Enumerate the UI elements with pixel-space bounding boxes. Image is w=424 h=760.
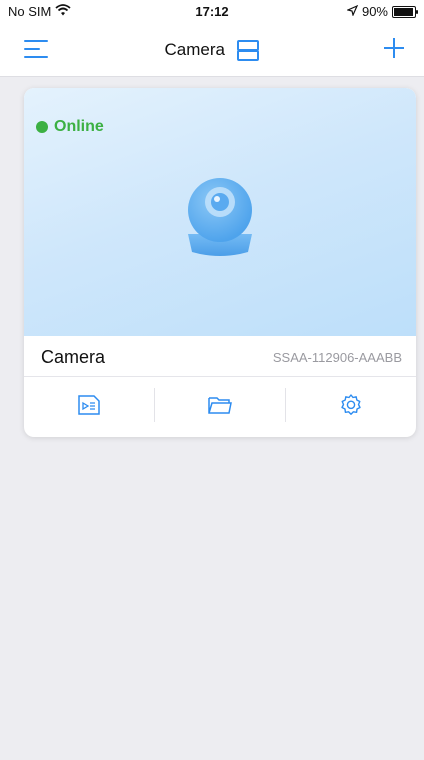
add-device-icon[interactable]	[382, 36, 406, 60]
gear-icon	[339, 393, 363, 422]
nav-title-group: Camera	[0, 40, 424, 61]
device-serial: SSAA-112906-AAABB	[272, 350, 402, 365]
online-status: Online	[36, 118, 104, 136]
status-bar: No SIM 17:12 90%	[0, 0, 424, 24]
video-file-icon	[77, 394, 101, 421]
camera-preview[interactable]: Online	[24, 88, 416, 336]
device-actions	[24, 377, 416, 437]
status-dot	[36, 121, 48, 133]
settings-button[interactable]	[286, 377, 416, 437]
playback-button[interactable]	[24, 377, 154, 437]
camera-illustration-icon	[174, 174, 266, 269]
folder-icon	[207, 394, 233, 421]
location-arrow-icon	[346, 4, 359, 19]
device-info-row: Camera SSAA-112906-AAABB	[24, 336, 416, 377]
status-label: Online	[54, 118, 104, 135]
battery-percent: 90%	[361, 4, 388, 19]
layout-toggle-icon[interactable]	[237, 40, 260, 61]
status-right: 90%	[346, 4, 418, 19]
nav-bar: Camera	[0, 24, 424, 77]
device-name: Camera	[41, 347, 106, 367]
app-root: No SIM 17:12 90% Camera Online Camera SS…	[0, 0, 424, 760]
page-title: Camera	[164, 40, 225, 59]
battery-icon	[392, 5, 418, 18]
files-button[interactable]	[155, 377, 285, 437]
device-card: Online Camera SSAA-112906-AAABB	[24, 88, 416, 437]
